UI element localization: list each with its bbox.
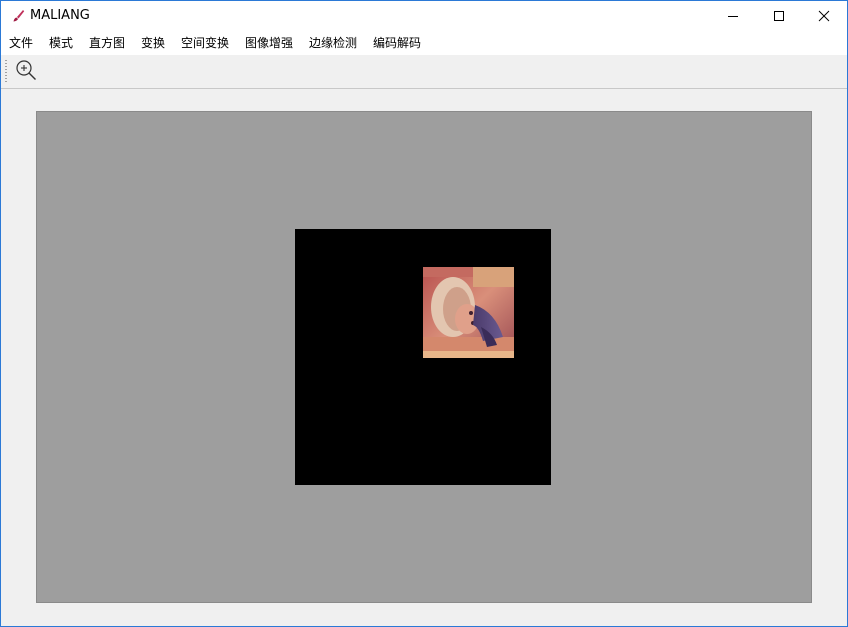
menu-histogram[interactable]: 直方图 (89, 35, 125, 51)
menu-bar: 文件 模式 直方图 变换 空间变换 图像增强 边缘检测 编码解码 (1, 31, 847, 55)
minimize-button[interactable] (710, 1, 756, 31)
close-icon (818, 7, 830, 26)
main-area (1, 89, 847, 626)
menu-spatial-transform[interactable]: 空间变换 (181, 35, 229, 51)
app-window: MALIANG 文件 模式 直方图 变换 空间变换 图像增强 边缘检测 编码解码 (0, 0, 848, 627)
menu-image-enhancement[interactable]: 图像增强 (245, 35, 293, 51)
menu-file[interactable]: 文件 (9, 35, 33, 51)
minimize-icon (727, 7, 739, 26)
zoom-in-icon (14, 58, 38, 86)
maximize-button[interactable] (756, 1, 802, 31)
menu-mode[interactable]: 模式 (49, 35, 73, 51)
menu-transform[interactable]: 变换 (141, 35, 165, 51)
menu-encode-decode[interactable]: 编码解码 (373, 35, 421, 51)
maximize-icon (773, 7, 785, 26)
menu-edge-detection[interactable]: 边缘检测 (309, 35, 357, 51)
title-bar[interactable]: MALIANG (1, 1, 847, 31)
close-button[interactable] (801, 1, 847, 31)
zoom-in-button[interactable] (13, 59, 39, 85)
toolbar (1, 55, 847, 89)
brush-icon (10, 8, 26, 24)
image-frame (295, 229, 551, 485)
image-canvas[interactable] (36, 111, 812, 603)
transformed-photo (423, 267, 514, 358)
toolbar-grip[interactable] (5, 60, 7, 84)
window-title: MALIANG (30, 8, 90, 23)
